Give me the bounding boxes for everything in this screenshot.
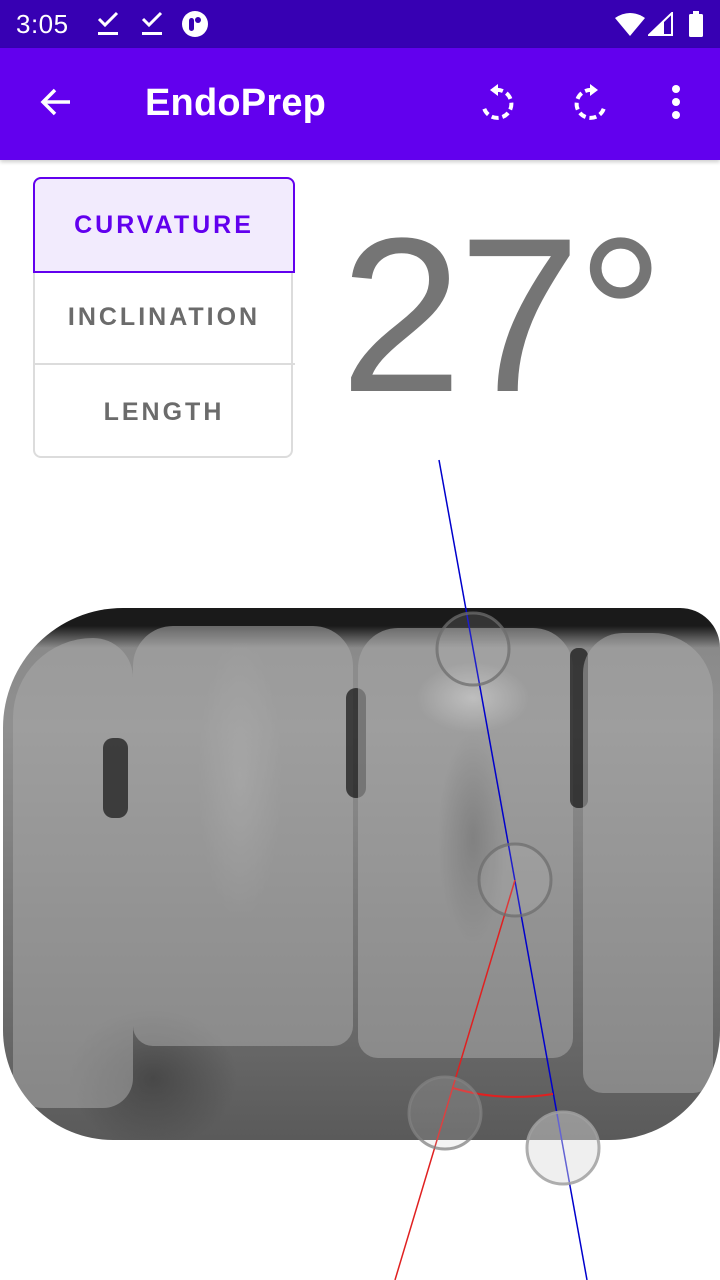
- xray-image[interactable]: [3, 608, 720, 1140]
- more-options-button[interactable]: [644, 72, 708, 136]
- drag-handle-reference-end[interactable]: [525, 1110, 601, 1186]
- app-bar: EndoPrep: [0, 48, 720, 160]
- tooth-shape: [13, 638, 133, 1108]
- cellular-signal-icon: [646, 10, 674, 41]
- status-time: 3:05: [16, 9, 69, 39]
- download-done-icon: [96, 10, 120, 43]
- drag-handle-vertex[interactable]: [477, 842, 553, 918]
- tooth-shape: [583, 633, 713, 1093]
- back-button[interactable]: [24, 72, 88, 136]
- download-done-icon: [140, 10, 164, 43]
- more-vert-icon: [670, 84, 682, 125]
- tooth-shape: [133, 626, 353, 1046]
- drag-handle-apex[interactable]: [407, 1075, 483, 1151]
- battery-icon: [688, 11, 704, 42]
- mode-inclination-button[interactable]: INCLINATION: [33, 271, 295, 365]
- app-notification-icon: [181, 10, 209, 43]
- tooth-shape: [358, 628, 573, 1058]
- rotate-left-icon: [476, 82, 516, 127]
- mode-length-button[interactable]: LENGTH: [33, 365, 295, 459]
- rotate-left-button[interactable]: [464, 72, 528, 136]
- arrow-back-icon: [38, 84, 74, 125]
- rotate-right-icon: [572, 82, 612, 127]
- mode-curvature-button[interactable]: CURVATURE: [33, 177, 295, 273]
- drag-handle-top[interactable]: [435, 611, 511, 687]
- status-bar: 3:05: [0, 0, 720, 48]
- measurement-value: 27°: [340, 192, 665, 438]
- rotate-right-button[interactable]: [560, 72, 624, 136]
- measurement-mode-toggle: CURVATURE INCLINATION LENGTH: [33, 177, 295, 459]
- app-title: EndoPrep: [145, 82, 327, 124]
- tooth-gap: [103, 738, 128, 818]
- wifi-icon: [615, 12, 645, 41]
